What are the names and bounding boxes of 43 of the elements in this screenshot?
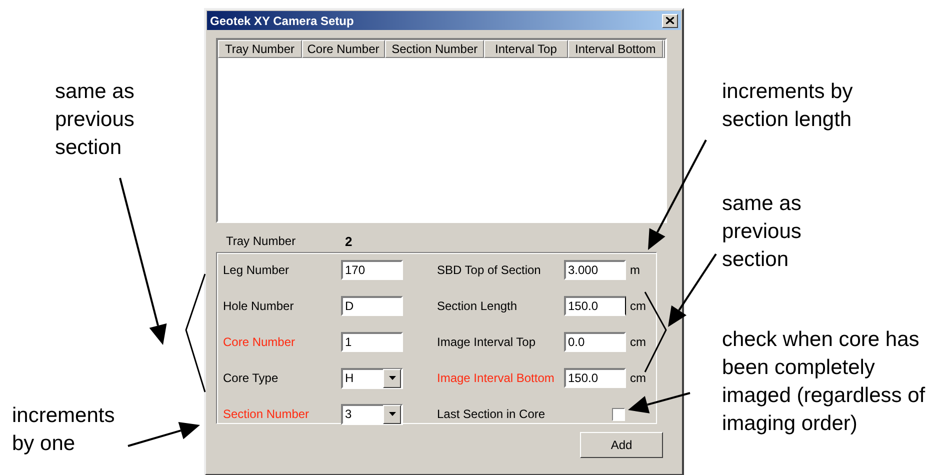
unit-label: cm bbox=[630, 299, 646, 313]
annotation-text: increments by section length bbox=[722, 79, 854, 133]
input-field[interactable]: D bbox=[341, 296, 403, 316]
field-label: Last Section in Core bbox=[437, 407, 546, 421]
input-field[interactable]: 0.0 bbox=[564, 332, 626, 352]
field-label: SBD Top of Section bbox=[437, 263, 542, 277]
input-field[interactable]: 150.0 bbox=[564, 368, 626, 388]
annotation-text: increments by one bbox=[12, 403, 112, 457]
caret-icon bbox=[388, 412, 396, 416]
field-label: Section Length bbox=[437, 299, 518, 313]
field-label: Image Interval Bottom bbox=[437, 371, 556, 385]
field-label: Core Type bbox=[223, 371, 280, 385]
column-header[interactable]: Section Number bbox=[385, 40, 484, 58]
tray-value: 2 bbox=[345, 234, 352, 248]
column-header[interactable]: Interval Top bbox=[484, 40, 568, 58]
close-button[interactable] bbox=[662, 14, 678, 28]
dropdown[interactable]: 3 bbox=[341, 404, 403, 424]
checkbox[interactable] bbox=[612, 408, 625, 420]
column-header[interactable]: Tray Number bbox=[218, 40, 302, 58]
input-field[interactable]: 1 bbox=[341, 332, 403, 352]
unit-label: cm bbox=[630, 371, 646, 385]
input-field[interactable]: 3.000 bbox=[564, 260, 626, 280]
close-icon bbox=[666, 17, 674, 24]
annotation-text: same as previous section bbox=[55, 79, 136, 161]
column-header[interactable]: Core Number bbox=[302, 40, 385, 58]
field-label: Section Number bbox=[223, 407, 310, 421]
annotation-text: check when core has been completely imaged (regardless of imaging order) bbox=[722, 327, 926, 437]
input-field[interactable]: 170 bbox=[341, 260, 403, 280]
column-header[interactable]: Interval Bottom bbox=[568, 40, 663, 58]
field-label: Image Interval Top bbox=[437, 335, 537, 349]
unit-label: cm bbox=[630, 335, 646, 349]
field-label: Leg Number bbox=[223, 263, 290, 277]
input-field[interactable]: 150.0 bbox=[564, 296, 626, 316]
field-label: Hole Number bbox=[223, 299, 295, 313]
arrow bbox=[628, 392, 690, 414]
field-label: Tray Number bbox=[226, 234, 297, 248]
window-title: Geotek XY Camera Setup bbox=[210, 14, 354, 28]
dropdown[interactable]: H bbox=[341, 368, 403, 388]
unit-label: m bbox=[630, 263, 640, 277]
field-label: Core Number bbox=[223, 335, 296, 349]
add-button[interactable]: Add bbox=[580, 432, 663, 458]
annotation-text: same as previous section bbox=[722, 191, 802, 273]
caret-icon bbox=[388, 376, 396, 380]
